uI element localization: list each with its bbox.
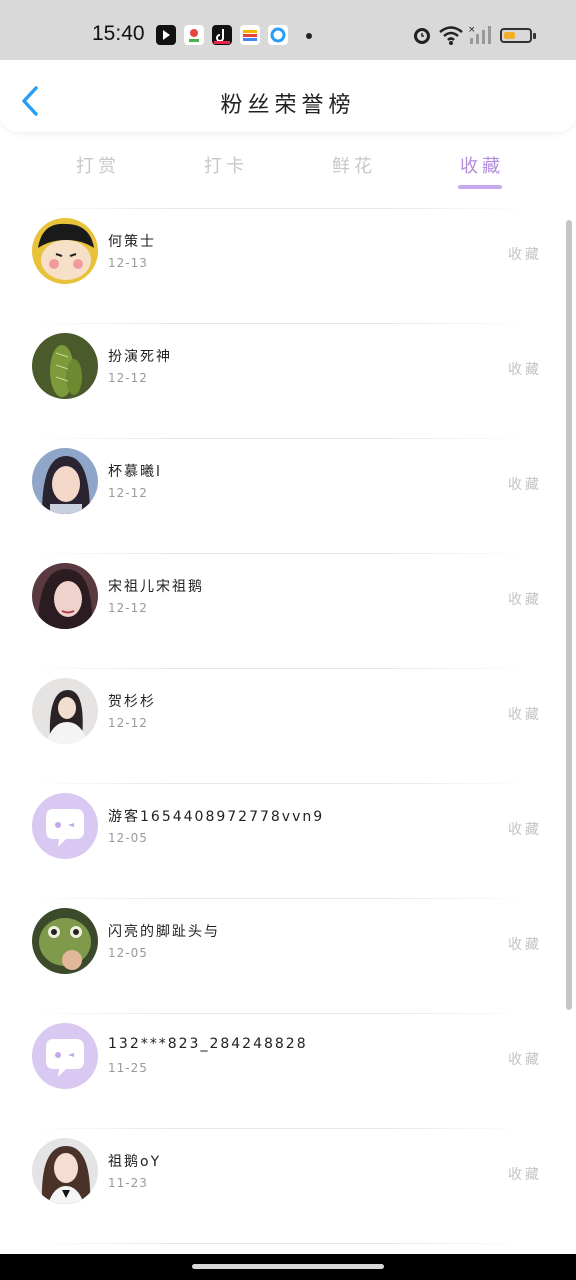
browser-app-icon: [268, 25, 288, 45]
tab-favorites[interactable]: 收藏: [460, 152, 504, 178]
header: 粉丝荣誉榜: [0, 60, 576, 132]
row-divider: [30, 553, 530, 554]
fan-date: 12-12: [108, 716, 148, 730]
list-item[interactable]: 杯慕曦l 12-12 收藏: [0, 438, 560, 553]
signal-icon: ×: [468, 24, 492, 50]
maps-app-icon: [184, 25, 204, 45]
tab-flowers[interactable]: 鲜花: [332, 152, 376, 178]
wifi-icon: [438, 24, 464, 50]
battery-icon: [500, 28, 532, 43]
battery-tip: [533, 33, 536, 39]
fan-name: 扮演死神: [108, 349, 172, 365]
more-notifications-dot: [306, 33, 312, 39]
row-divider: [30, 1013, 530, 1014]
avatar[interactable]: [32, 908, 98, 974]
row-divider: [30, 1243, 530, 1244]
tab-checkin[interactable]: 打卡: [204, 152, 248, 178]
page-title: 粉丝荣誉榜: [220, 93, 356, 118]
favorite-label: 收藏: [508, 247, 542, 263]
avatar[interactable]: [32, 563, 98, 629]
status-time: 15:40: [92, 22, 145, 45]
row-divider: [30, 438, 530, 439]
fan-date: 12-05: [108, 946, 148, 960]
fan-date: 12-13: [108, 256, 148, 270]
list-end-divider: [0, 1243, 560, 1253]
fan-date: 12-12: [108, 601, 148, 615]
active-tab-indicator: [458, 185, 502, 189]
favorite-label: 收藏: [508, 362, 542, 378]
fan-name: 杯慕曦l: [108, 464, 162, 480]
list-item[interactable]: 闪亮的脚趾头与 12-05 收藏: [0, 898, 560, 1013]
fan-date: 12-12: [108, 371, 148, 385]
fan-date: 11-25: [108, 1061, 148, 1075]
home-indicator[interactable]: [192, 1264, 384, 1269]
row-divider: [30, 668, 530, 669]
wallet-app-icon: [240, 25, 260, 45]
favorite-label: 收藏: [508, 822, 542, 838]
favorite-label: 收藏: [508, 477, 542, 493]
favorite-label: 收藏: [508, 707, 542, 723]
list-item[interactable]: 132***823_284248828 11-25 收藏: [0, 1013, 560, 1128]
favorite-label: 收藏: [508, 1167, 542, 1183]
avatar[interactable]: [32, 1023, 98, 1089]
tab-reward[interactable]: 打赏: [76, 152, 120, 178]
list-item[interactable]: 扮演死神 12-12 收藏: [0, 323, 560, 438]
list-item[interactable]: 何策士 12-13 收藏: [0, 208, 560, 323]
fan-date: 12-05: [108, 831, 148, 845]
tab-bar: 打赏 打卡 鲜花 收藏: [0, 140, 576, 196]
avatar[interactable]: [32, 448, 98, 514]
fan-name: 何策士: [108, 234, 156, 250]
row-divider: [30, 1128, 530, 1129]
fan-name: 贺杉杉: [108, 694, 156, 710]
row-divider: [30, 898, 530, 899]
fan-name: 132***823_284248828: [108, 1036, 308, 1052]
svg-text:×: ×: [468, 25, 476, 35]
favorite-label: 收藏: [508, 592, 542, 608]
avatar[interactable]: [32, 793, 98, 859]
favorite-label: 收藏: [508, 937, 542, 953]
avatar[interactable]: [32, 1138, 98, 1204]
favorite-label: 收藏: [508, 1052, 542, 1068]
fan-date: 12-12: [108, 486, 148, 500]
list-item[interactable]: 祖鹅oY 11-23 收藏: [0, 1128, 560, 1243]
row-divider: [30, 783, 530, 784]
notification-app-icon: [156, 25, 176, 45]
fan-name: 游客1654408972778vvn9: [108, 809, 325, 825]
alarm-icon: [412, 24, 432, 50]
tiktok-app-icon: [212, 25, 232, 45]
list-item[interactable]: 贺杉杉 12-12 收藏: [0, 668, 560, 783]
scrollbar[interactable]: [566, 220, 572, 1010]
list-item[interactable]: 宋祖儿宋祖鹅 12-12 收藏: [0, 553, 560, 668]
row-divider: [30, 208, 530, 209]
avatar[interactable]: [32, 333, 98, 399]
fan-date: 11-23: [108, 1176, 148, 1190]
list-item[interactable]: 游客1654408972778vvn9 12-05 收藏: [0, 783, 560, 898]
fan-name: 闪亮的脚趾头与: [108, 924, 220, 940]
row-divider: [30, 323, 530, 324]
status-bar: 15:40 ×: [0, 0, 576, 60]
avatar[interactable]: [32, 218, 98, 284]
fan-name: 宋祖儿宋祖鹅: [108, 579, 204, 595]
fan-name: 祖鹅oY: [108, 1154, 162, 1170]
avatar[interactable]: [32, 678, 98, 744]
